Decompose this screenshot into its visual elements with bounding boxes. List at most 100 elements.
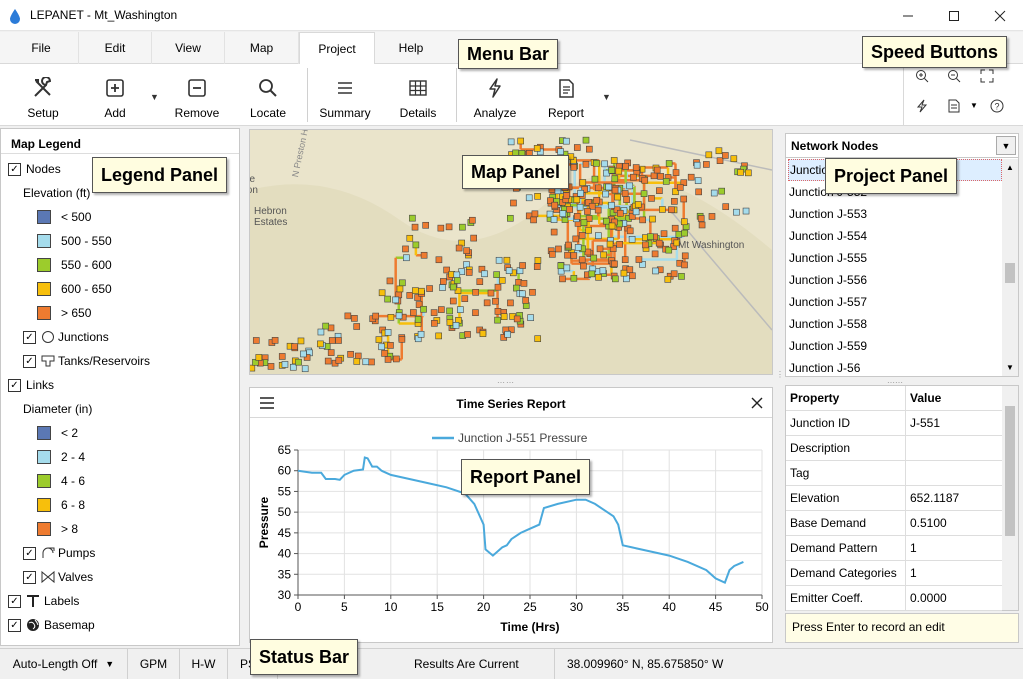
junction-node[interactable] xyxy=(708,213,716,220)
junction-node[interactable] xyxy=(300,350,307,358)
junction-node[interactable] xyxy=(592,160,600,167)
junction-node[interactable] xyxy=(412,241,420,249)
junction-node[interactable] xyxy=(730,155,738,162)
junction-node[interactable] xyxy=(301,365,309,373)
report-close-button[interactable] xyxy=(750,396,764,413)
junction-node[interactable] xyxy=(557,148,564,156)
junction-node[interactable] xyxy=(375,336,383,343)
junction-node[interactable] xyxy=(271,337,279,344)
junction-node[interactable] xyxy=(426,285,433,292)
junction-node[interactable] xyxy=(639,216,646,224)
junction-node[interactable] xyxy=(616,241,623,248)
junction-node[interactable] xyxy=(406,234,414,242)
junction-node[interactable] xyxy=(449,297,457,305)
junction-node[interactable] xyxy=(664,276,672,283)
junction-node[interactable] xyxy=(582,136,590,144)
junction-node[interactable] xyxy=(513,315,521,323)
junction-node[interactable] xyxy=(487,289,495,297)
junction-node[interactable] xyxy=(640,190,648,197)
junction-node[interactable] xyxy=(585,226,592,234)
junction-node[interactable] xyxy=(657,173,664,180)
junction-node[interactable] xyxy=(252,337,260,344)
legend-bin[interactable]: 4 - 6 xyxy=(8,469,150,493)
checkbox[interactable]: ✓ xyxy=(8,378,21,392)
junction-node[interactable] xyxy=(600,251,607,259)
junction-node[interactable] xyxy=(439,284,446,291)
junction-node[interactable] xyxy=(595,273,602,281)
checkbox[interactable]: ✓ xyxy=(8,162,21,176)
legend-bin[interactable]: 500 - 550 xyxy=(8,229,150,253)
junction-node[interactable] xyxy=(453,277,461,284)
junction-node[interactable] xyxy=(255,354,263,361)
junction-node[interactable] xyxy=(378,343,385,351)
junction-node[interactable] xyxy=(681,218,688,226)
node-list-item[interactable]: Junction J-559 xyxy=(788,335,1002,357)
junction-node[interactable] xyxy=(409,214,416,222)
legend-bin[interactable]: > 8 xyxy=(8,517,150,541)
junction-node[interactable] xyxy=(464,331,471,338)
junction-node[interactable] xyxy=(617,209,624,217)
junction-node[interactable] xyxy=(563,264,571,272)
junction-node[interactable] xyxy=(710,189,718,197)
junction-node[interactable] xyxy=(596,245,604,253)
junction-node[interactable] xyxy=(694,177,702,184)
junction-node[interactable] xyxy=(522,297,529,304)
junction-node[interactable] xyxy=(653,166,661,174)
junction-node[interactable] xyxy=(675,231,683,238)
junction-node[interactable] xyxy=(446,319,454,326)
junction-node[interactable] xyxy=(322,322,329,330)
junction-node[interactable] xyxy=(503,256,511,264)
junction-node[interactable] xyxy=(431,320,438,327)
junction-node[interactable] xyxy=(513,284,520,292)
junction-node[interactable] xyxy=(494,283,502,291)
junction-node[interactable] xyxy=(437,224,445,232)
junction-node[interactable] xyxy=(623,196,630,203)
junction-node[interactable] xyxy=(681,252,689,260)
node-list-item[interactable]: Junction J-558 xyxy=(788,313,1002,335)
junction-node[interactable] xyxy=(520,280,528,287)
junction-node[interactable] xyxy=(586,145,593,153)
junction-node[interactable] xyxy=(608,167,616,174)
junction-node[interactable] xyxy=(614,193,621,201)
junction-node[interactable] xyxy=(472,309,479,316)
menu-tab-help[interactable]: Help xyxy=(375,32,447,64)
junction-node[interactable] xyxy=(457,306,464,313)
summary-button[interactable]: Summary xyxy=(316,64,374,126)
junction-node[interactable] xyxy=(469,216,476,224)
run-analysis-button[interactable] xyxy=(912,96,932,116)
checkbox[interactable]: ✓ xyxy=(8,618,21,632)
junction-node[interactable] xyxy=(632,164,640,171)
junction-node[interactable] xyxy=(406,292,414,299)
junction-node[interactable] xyxy=(435,256,443,264)
node-list-item[interactable]: Junction J-557 xyxy=(788,291,1002,313)
junction-node[interactable] xyxy=(461,295,469,302)
property-value[interactable]: 652.1187 xyxy=(906,486,1002,510)
junction-node[interactable] xyxy=(672,169,680,176)
scroll-thumb[interactable] xyxy=(1005,406,1015,536)
junction-node[interactable] xyxy=(546,210,554,218)
junction-node[interactable] xyxy=(665,246,673,254)
junction-node[interactable] xyxy=(353,358,361,365)
splitter-grip[interactable]: ⋯⋯ xyxy=(887,378,917,387)
junction-node[interactable] xyxy=(328,337,336,344)
junction-node[interactable] xyxy=(620,269,628,277)
junction-node[interactable] xyxy=(534,335,542,342)
junction-node[interactable] xyxy=(392,296,399,304)
junction-node[interactable] xyxy=(611,175,619,183)
junction-node[interactable] xyxy=(387,342,394,349)
junction-node[interactable] xyxy=(577,189,584,197)
junction-node[interactable] xyxy=(381,350,388,357)
junction-node[interactable] xyxy=(559,275,566,283)
junction-node[interactable] xyxy=(411,223,419,231)
junction-node[interactable] xyxy=(506,214,514,222)
junction-node[interactable] xyxy=(668,206,675,214)
junction-node[interactable] xyxy=(463,247,470,254)
junction-node[interactable] xyxy=(590,254,598,262)
report-dropdown-arrow[interactable]: ▼ xyxy=(602,92,611,102)
node-list-item[interactable]: Junction J-56 xyxy=(788,357,1002,376)
junction-node[interactable] xyxy=(504,331,511,338)
junction-node[interactable] xyxy=(483,299,491,307)
junction-node[interactable] xyxy=(695,188,702,196)
junction-node[interactable] xyxy=(630,173,637,181)
junction-node[interactable] xyxy=(452,322,460,329)
